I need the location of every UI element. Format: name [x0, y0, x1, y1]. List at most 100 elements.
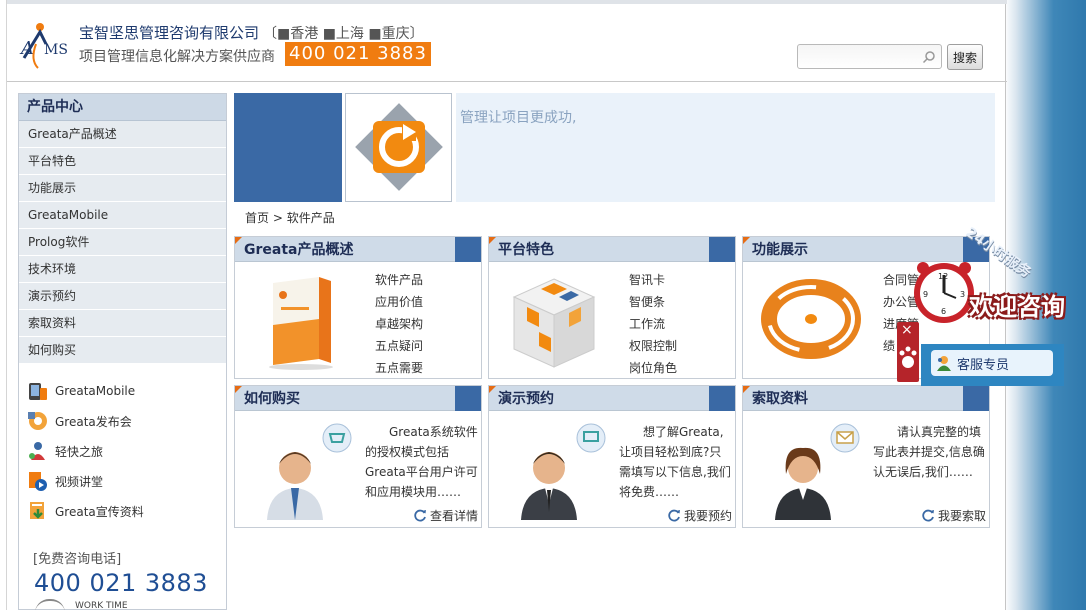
sidebar-link-label: Greata宣传资料: [55, 504, 144, 519]
sidebar-item-tech-env[interactable]: 技术环境: [19, 256, 226, 283]
card-tab: [709, 386, 735, 411]
person-screen-image: [521, 423, 606, 520]
refresh-icon: [922, 509, 934, 522]
sidebar-item-request-info[interactable]: 索取资料: [19, 310, 226, 337]
sidebar-link-label: 视频讲堂: [55, 474, 104, 489]
sidebar-item-platform-features[interactable]: 平台特色: [19, 148, 226, 175]
company-name: 宝智坚思管理咨询有限公司 〔■香港 ■上海 ■重庆〕: [79, 22, 424, 43]
card-title[interactable]: 索取资料: [752, 386, 808, 412]
card-links: 软件产品 应用价值 卓越架构 五点疑问 五点需要: [375, 269, 423, 379]
sidebar-link-label: Greata发布会: [55, 414, 132, 429]
close-icon: ×: [901, 322, 913, 338]
hotline-number: 400 021 3883: [285, 42, 431, 66]
view-details-link[interactable]: 查看详情: [414, 507, 478, 524]
card-header: 如何购买: [235, 386, 481, 411]
card-title[interactable]: Greata产品概述: [244, 237, 353, 263]
refresh-icon: [414, 509, 426, 522]
card-tab: [455, 386, 481, 411]
card-header: 演示预约: [489, 386, 735, 411]
banner-blue-block: [234, 93, 342, 202]
card-link[interactable]: 卓越架构: [375, 313, 423, 335]
sidebar-item-greatamobile[interactable]: GreataMobile: [19, 202, 226, 229]
card-title[interactable]: 如何购买: [244, 386, 300, 412]
card-link[interactable]: 权限控制: [629, 335, 677, 357]
work-time-label: WORK TIME: [75, 601, 128, 610]
search-button[interactable]: 搜索: [947, 44, 983, 70]
orange-ring-image: [761, 279, 861, 359]
card-demo-booking: 演示预约 想了解Greata,让项目轻松到底?只需填写以下信息,我们将免费…… …: [488, 385, 736, 528]
breadcrumb-home[interactable]: 首页: [245, 211, 269, 225]
card-platform-features: 平台特色 智讯卡 智便条 工作流 权限控制 岗位角色: [488, 236, 736, 379]
search-box: [797, 44, 942, 69]
card-header: 平台特色: [489, 237, 735, 262]
banner: 管理让项目更成功,: [234, 93, 995, 203]
sidebar-link-video-lecture[interactable]: 视频讲堂: [19, 466, 226, 496]
sidebar-item-prolog[interactable]: Prolog软件: [19, 229, 226, 256]
sidebar-item-demo-booking[interactable]: 演示预约: [19, 283, 226, 310]
free-call-label: [免费咨询电话]: [33, 552, 122, 567]
card-description: 想了解Greata,让项目轻松到底?只需填写以下信息,我们将免费……: [619, 425, 731, 499]
sidebar-link-easy-tour[interactable]: 轻快之旅: [19, 436, 226, 466]
request-info-link[interactable]: 我要索取: [922, 507, 986, 524]
banner-text-area: 管理让项目更成功,: [456, 93, 995, 202]
software-box-image: [269, 277, 333, 370]
breadcrumb: 首页 > 软件产品: [245, 209, 335, 226]
cube-image: [512, 278, 596, 368]
svg-text:MS: MS: [44, 42, 68, 58]
tour-person-icon: [29, 442, 45, 460]
agent-icon: [937, 356, 951, 371]
customer-service-button[interactable]: 客服专员: [931, 350, 1053, 376]
card-link[interactable]: 应用价值: [375, 291, 423, 313]
card-tab: [963, 386, 989, 411]
svg-text:9: 9: [923, 290, 928, 299]
sidebar-link-greatamobile[interactable]: GreataMobile: [19, 376, 226, 406]
banner-icon-frame: [345, 93, 452, 202]
sidebar-item-how-to-buy[interactable]: 如何购买: [19, 337, 226, 364]
card-header: 索取资料: [743, 386, 989, 411]
request-info-label: 我要索取: [937, 509, 986, 523]
sidebar-item-function-demo[interactable]: 功能展示: [19, 175, 226, 202]
consult-panel: 客服专员: [921, 344, 1064, 386]
card-link[interactable]: 五点疑问: [375, 335, 423, 357]
svg-text:12: 12: [938, 272, 948, 281]
card-title[interactable]: 功能展示: [752, 237, 808, 263]
work-time: WORK TIME: [19, 599, 226, 610]
search-icon: [922, 51, 935, 64]
free-call-number: 400 021 3883: [34, 569, 208, 597]
card-header: Greata产品概述: [235, 237, 481, 262]
sidebar-link-promo-material[interactable]: Greata宣传资料: [19, 496, 226, 526]
view-details-label: 查看详情: [429, 509, 478, 523]
svg-text:A: A: [19, 38, 34, 59]
book-demo-label: 我要预约: [683, 509, 732, 523]
card-how-to-buy: 如何购买 Greata系统软件的授权模式包括Greata平台用户许可和应用模块用…: [234, 385, 482, 528]
card-title[interactable]: 演示预约: [498, 386, 554, 412]
card-links: 智讯卡 智便条 工作流 权限控制 岗位角色: [629, 269, 677, 379]
book-demo-link[interactable]: 我要预约: [668, 507, 732, 524]
breadcrumb-separator: >: [269, 211, 287, 225]
alarm-clock-icon: 12 9 3 6: [914, 262, 974, 323]
card-link[interactable]: 智讯卡: [629, 269, 677, 291]
card-link[interactable]: 智便条: [629, 291, 677, 313]
card-title[interactable]: 平台特色: [498, 237, 554, 263]
sidebar-link-greata-launch[interactable]: Greata发布会: [19, 406, 226, 436]
card-link[interactable]: 工作流: [629, 313, 677, 335]
consult-close-button[interactable]: ×: [897, 322, 919, 382]
launch-event-icon: [28, 412, 47, 430]
card-link[interactable]: 五点需要: [375, 357, 423, 379]
welcome-consult-text[interactable]: 欢迎咨询: [969, 287, 1065, 322]
search-input[interactable]: [798, 45, 918, 68]
page: A MS 宝智坚思管理咨询有限公司 〔■香港 ■上海 ■重庆〕 项目管理信息化解决…: [6, 0, 1007, 610]
video-play-icon: [29, 472, 47, 491]
card-link[interactable]: 岗位角色: [629, 357, 677, 379]
company-name-text: 宝智坚思管理咨询有限公司: [79, 24, 260, 42]
sidebar-item-greata-overview[interactable]: Greata产品概述: [19, 121, 226, 148]
aims-logo[interactable]: A MS: [16, 14, 72, 72]
refresh-diamond-icon: [355, 103, 443, 191]
paw-icon: [899, 346, 917, 368]
consult-widget: 24小时服务 12 9 3 6 欢迎咨询 × 客服专员: [895, 225, 1080, 387]
sidebar-links: GreataMobile Greata发布会 轻快之旅 视频讲堂 Greata宣…: [19, 376, 226, 526]
card-tab: [455, 237, 481, 262]
svg-text:3: 3: [960, 290, 965, 299]
card-link[interactable]: 软件产品: [375, 269, 423, 291]
sidebar-link-label: 轻快之旅: [55, 444, 104, 459]
